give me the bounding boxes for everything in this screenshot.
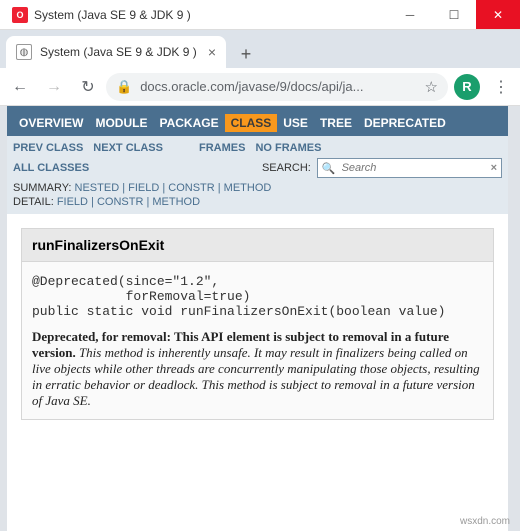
page-content: OVERVIEWMODULEPACKAGECLASSUSETREEDEPRECA… <box>0 106 520 531</box>
reload-button[interactable]: ↻ <box>72 71 104 103</box>
new-tab-button[interactable]: + <box>232 40 260 68</box>
window-minimize-button[interactable]: ─ <box>388 0 432 29</box>
summary-line: SUMMARY: NESTED | FIELD | CONSTR | METHO… <box>13 182 502 194</box>
window-maximize-button[interactable]: ☐ <box>432 0 476 29</box>
back-button[interactable]: ← <box>4 71 36 103</box>
summary-prefix: SUMMARY: <box>13 182 75 194</box>
method-block: runFinalizersOnExit @Deprecated(since="1… <box>21 228 494 420</box>
search-icon: 🔍 <box>322 162 336 175</box>
javadoc-subnav: PREV CLASS NEXT CLASS FRAMES NO FRAMES A… <box>7 136 508 214</box>
url-text: docs.oracle.com/javase/9/docs/api/ja... <box>140 79 416 94</box>
tab-close-icon[interactable]: × <box>208 44 216 60</box>
search-label: SEARCH: <box>262 162 311 174</box>
app-icon: O <box>12 7 28 23</box>
address-bar[interactable]: 🔒 docs.oracle.com/javase/9/docs/api/ja..… <box>106 73 448 101</box>
bookmark-star-icon[interactable]: ☆ <box>425 78 438 96</box>
frames-link[interactable]: FRAMES <box>199 142 245 154</box>
detail-links[interactable]: FIELD | CONSTR | METHOD <box>57 196 200 208</box>
lock-icon: 🔒 <box>116 79 132 95</box>
summary-links[interactable]: NESTED | FIELD | CONSTR | METHOD <box>75 182 272 194</box>
nav-item-package[interactable]: PACKAGE <box>153 114 224 132</box>
window-close-button[interactable]: ✕ <box>476 0 520 29</box>
all-classes-link[interactable]: ALL CLASSES <box>13 162 89 174</box>
window-title: System (Java SE 9 & JDK 9 ) <box>34 8 191 22</box>
browser-menu-button[interactable]: ⋮ <box>486 77 516 97</box>
nav-item-module[interactable]: MODULE <box>89 114 153 132</box>
window-titlebar: O System (Java SE 9 & JDK 9 ) ─ ☐ ✕ <box>0 0 520 30</box>
deprecated-body: This method is inherently unsafe. It may… <box>32 345 480 408</box>
nav-main-row: OVERVIEWMODULEPACKAGECLASSUSETREEDEPRECA… <box>13 114 502 132</box>
method-signature: @Deprecated(since="1.2", forRemoval=true… <box>22 262 493 325</box>
page-favicon: ◍ <box>16 44 32 60</box>
nav-item-class[interactable]: CLASS <box>225 114 278 132</box>
watermark: wsxdn.com <box>460 516 510 527</box>
next-class-link[interactable]: NEXT CLASS <box>93 142 163 154</box>
browser-toolbar: ← → ↻ 🔒 docs.oracle.com/javase/9/docs/ap… <box>0 68 520 106</box>
method-name-heading: runFinalizersOnExit <box>22 229 493 262</box>
nav-item-use[interactable]: USE <box>277 114 314 132</box>
browser-tab[interactable]: ◍ System (Java SE 9 & JDK 9 ) × <box>6 36 226 68</box>
search-input[interactable] <box>340 161 487 175</box>
detail-prefix: DETAIL: <box>13 196 57 208</box>
search-box[interactable]: 🔍 × <box>317 158 502 178</box>
browser-tabstrip: ◍ System (Java SE 9 & JDK 9 ) × + <box>0 30 520 68</box>
noframes-link[interactable]: NO FRAMES <box>255 142 321 154</box>
clear-search-icon[interactable]: × <box>491 162 497 174</box>
tab-title: System (Java SE 9 & JDK 9 ) <box>40 45 200 59</box>
detail-line: DETAIL: FIELD | CONSTR | METHOD <box>13 196 502 208</box>
prev-class-link[interactable]: PREV CLASS <box>13 142 83 154</box>
nav-item-deprecated[interactable]: DEPRECATED <box>358 114 452 132</box>
javadoc-top-nav: OVERVIEWMODULEPACKAGECLASSUSETREEDEPRECA… <box>7 106 508 136</box>
method-description: Deprecated, for removal: This API elemen… <box>22 325 493 419</box>
profile-avatar[interactable]: R <box>454 74 480 100</box>
forward-button[interactable]: → <box>38 71 70 103</box>
nav-item-tree[interactable]: TREE <box>314 114 358 132</box>
nav-item-overview[interactable]: OVERVIEW <box>13 114 89 132</box>
